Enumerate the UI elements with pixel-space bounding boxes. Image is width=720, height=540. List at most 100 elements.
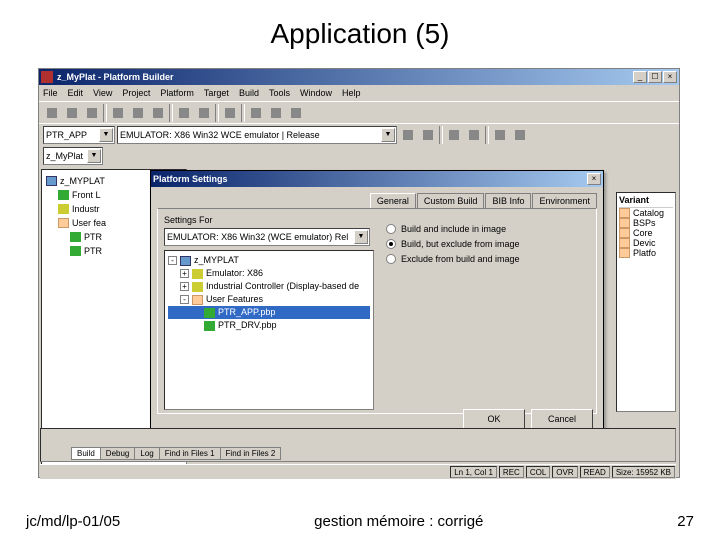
tool-open-icon[interactable] [63, 104, 81, 122]
chevron-down-icon: ▼ [87, 149, 101, 163]
settings-tree-label: z_MYPLAT [194, 254, 239, 267]
maximize-button[interactable]: ☐ [648, 71, 662, 83]
radio-option[interactable]: Exclude from build and image [386, 254, 590, 264]
menu-file[interactable]: File [43, 88, 58, 98]
tool-copy-icon[interactable] [129, 104, 147, 122]
dialog-tabs: GeneralCustom BuildBIB InfoEnvironment [151, 187, 603, 208]
settings-tree-item[interactable]: - z_MYPLAT [168, 254, 370, 267]
yellow-icon [192, 282, 203, 292]
tool-build-icon[interactable] [445, 126, 463, 144]
radio-option[interactable]: Build, but exclude from image [386, 239, 590, 249]
tool-cut-icon[interactable] [109, 104, 127, 122]
expand-icon[interactable]: - [168, 256, 177, 265]
tool-redo-icon[interactable] [195, 104, 213, 122]
yellow-icon [192, 269, 203, 279]
tool-config-icon[interactable] [399, 126, 417, 144]
radio-icon [386, 224, 396, 234]
settings-tree-item[interactable]: PTR_DRV.pbp [168, 319, 370, 332]
variant-pane[interactable]: Variant CatalogBSPsCoreDevicPlatfo [616, 192, 676, 412]
tool-config-icon[interactable] [419, 126, 437, 144]
project-combo[interactable]: PTR_APP▼ [43, 126, 115, 144]
variant-item[interactable]: Devic [619, 238, 673, 248]
settings-tree-item[interactable]: +Industrial Controller (Display-based de [168, 280, 370, 293]
tool-generic-icon[interactable] [247, 104, 265, 122]
folder-icon [619, 248, 630, 258]
output-panel[interactable]: BuildDebugLogFind in Files 1Find in File… [40, 428, 676, 462]
tab-custom-build[interactable]: Custom Build [417, 193, 485, 208]
dialog-titlebar[interactable]: Platform Settings × [151, 171, 603, 187]
toolbar-separator [485, 126, 489, 144]
settings-tree-item[interactable]: +Emulator: X86 [168, 267, 370, 280]
tab-general[interactable]: General [370, 193, 416, 208]
tool-find-icon[interactable] [221, 104, 239, 122]
tool-run-icon[interactable] [465, 126, 483, 144]
menu-target[interactable]: Target [204, 88, 229, 98]
tree-label: User fea [72, 216, 106, 230]
scope-combo-value: z_MyPlat [46, 151, 83, 161]
tree-label: PTR [84, 244, 102, 258]
settings-for-combo[interactable]: EMULATOR: X86 Win32 (WCE emulator) Rel ▼ [164, 228, 370, 246]
variant-item[interactable]: Platfo [619, 248, 673, 258]
radio-option[interactable]: Build and include in image [386, 224, 590, 234]
minimize-button[interactable]: _ [633, 71, 647, 83]
dialog-close-button[interactable]: × [587, 173, 601, 185]
close-button[interactable]: × [663, 71, 677, 83]
settings-tree-item[interactable]: -User Features [168, 293, 370, 306]
radio-label: Build and include in image [401, 224, 506, 234]
box-icon [180, 256, 191, 266]
variant-label: Platfo [633, 248, 656, 258]
green-icon [58, 190, 69, 200]
titlebar[interactable]: z_MyPlat - Platform Builder _ ☐ × [39, 69, 679, 85]
variant-item[interactable]: Catalog [619, 208, 673, 218]
tool-debug-icon[interactable] [491, 126, 509, 144]
ok-button[interactable]: OK [463, 409, 525, 429]
menu-window[interactable]: Window [300, 88, 332, 98]
variant-item[interactable]: Core [619, 228, 673, 238]
toolbar-config: PTR_APP▼ EMULATOR: X86 Win32 WCE emulato… [39, 123, 679, 145]
expand-icon[interactable]: + [180, 269, 189, 278]
menu-project[interactable]: Project [122, 88, 150, 98]
green-icon [204, 308, 215, 318]
settings-for-label: Settings For [164, 215, 374, 225]
menu-tools[interactable]: Tools [269, 88, 290, 98]
expand-icon[interactable]: - [180, 295, 189, 304]
tool-save-icon[interactable] [83, 104, 101, 122]
menu-edit[interactable]: Edit [68, 88, 84, 98]
status-col: COL [526, 466, 550, 478]
config-combo[interactable]: EMULATOR: X86 Win32 WCE emulator | Relea… [117, 126, 397, 144]
menu-view[interactable]: View [93, 88, 112, 98]
tool-generic-icon[interactable] [267, 104, 285, 122]
cancel-button[interactable]: Cancel [531, 409, 593, 429]
menu-platform[interactable]: Platform [160, 88, 194, 98]
footer-right: 27 [677, 513, 694, 530]
settings-tree-item[interactable]: PTR_APP.pbp [168, 306, 370, 319]
tool-new-icon[interactable] [43, 104, 61, 122]
settings-tree[interactable]: - z_MYPLAT+Emulator: X86+Industrial Contr… [164, 250, 374, 410]
dialog-body: Settings For EMULATOR: X86 Win32 (WCE em… [157, 208, 597, 414]
tree-label: z_MYPLAT [60, 174, 105, 188]
tab-environment[interactable]: Environment [532, 193, 597, 208]
tool-paste-icon[interactable] [149, 104, 167, 122]
output-tab[interactable]: Log [134, 447, 159, 460]
build-options: Build and include in image Build, but exc… [386, 215, 590, 407]
tree-label: Industr [72, 202, 100, 216]
expand-icon[interactable]: + [180, 282, 189, 291]
menu-build[interactable]: Build [239, 88, 259, 98]
tool-stop-icon[interactable] [511, 126, 529, 144]
tool-generic-icon[interactable] [287, 104, 305, 122]
output-tab[interactable]: Build [71, 447, 101, 460]
status-rec: REC [499, 466, 524, 478]
folder-icon [619, 228, 630, 238]
output-tab[interactable]: Debug [100, 447, 136, 460]
scope-combo[interactable]: z_MyPlat ▼ [43, 147, 103, 165]
variant-item[interactable]: BSPs [619, 218, 673, 228]
yellow-icon [58, 204, 69, 214]
window-title: z_MyPlat - Platform Builder [57, 72, 633, 82]
menu-help[interactable]: Help [342, 88, 361, 98]
radio-icon [386, 254, 396, 264]
project-combo-value: PTR_APP [46, 130, 87, 140]
tab-bib-info[interactable]: BIB Info [485, 193, 531, 208]
output-tab[interactable]: Find in Files 2 [220, 447, 282, 460]
tool-undo-icon[interactable] [175, 104, 193, 122]
output-tab[interactable]: Find in Files 1 [159, 447, 221, 460]
